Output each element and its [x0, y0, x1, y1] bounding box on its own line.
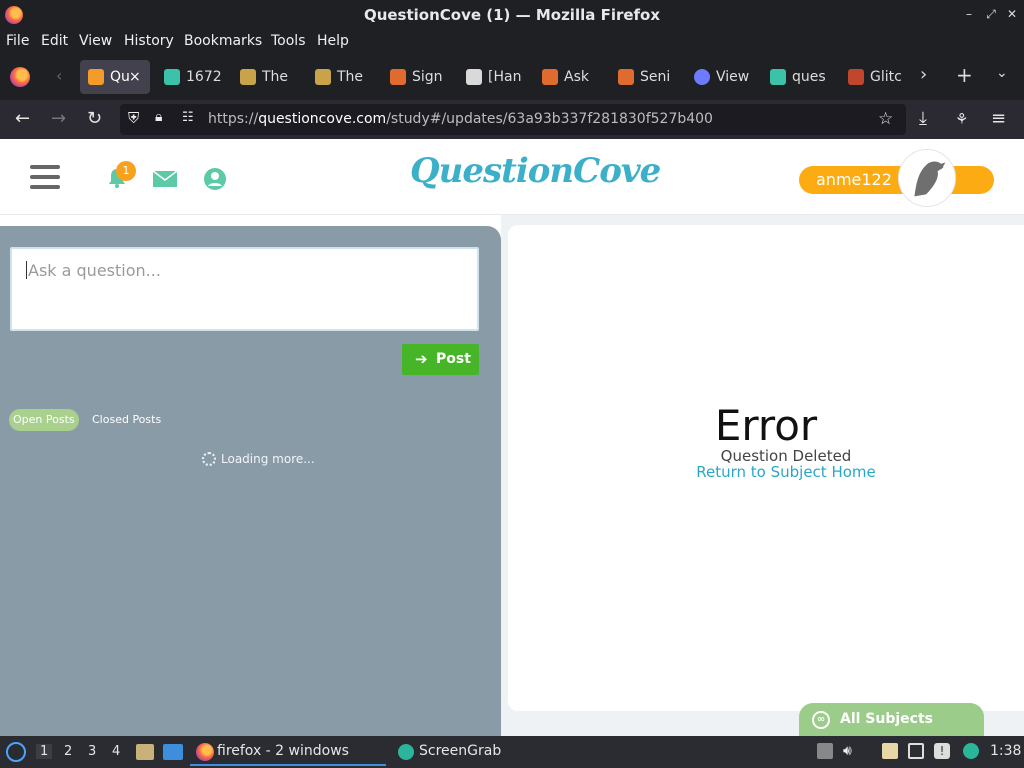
hamburger-menu-icon[interactable] [30, 165, 60, 189]
lock-icon[interactable]: 🔒︎ [155, 109, 162, 125]
error-title: Error [714, 401, 818, 450]
active-window-indicator [190, 764, 386, 766]
menu-history[interactable]: History [124, 33, 174, 49]
question-view-pane: Error Question Deleted Return to Subject… [508, 225, 1024, 711]
at-favicon-icon [694, 69, 710, 85]
menu-tools[interactable]: Tools [271, 33, 306, 49]
loading-indicator: Loading more... [202, 452, 315, 466]
reload-icon[interactable]: ↻ [87, 109, 102, 129]
user-menu[interactable]: anme122 [799, 166, 994, 194]
all-subjects-button[interactable]: ∞ All Subjects [799, 703, 984, 736]
clipboard-icon[interactable] [882, 743, 898, 759]
address-bar[interactable]: ⛨ 🔒︎ ☷ https://questioncove.com/study#/u… [120, 104, 906, 135]
spinner-icon [202, 452, 216, 466]
network-icon[interactable] [908, 743, 924, 759]
firefox-taskbar-icon [196, 743, 214, 761]
glitch-favicon-icon [848, 69, 864, 85]
workspace-3[interactable]: 3 [88, 744, 96, 759]
tab-1672[interactable]: 1672 [156, 60, 222, 94]
back-icon[interactable]: ← [15, 109, 30, 129]
tab-glitc[interactable]: Glitc [840, 60, 906, 94]
tab-ask[interactable]: Ask [534, 60, 596, 94]
question-feed-pane: Ask a question... ➔ Post Open Posts Clos… [0, 226, 501, 736]
site-header: 1 QuestionCove anme122 [0, 139, 1024, 215]
workspace-1[interactable]: 1 [36, 744, 53, 759]
questioncove-favicon-icon [770, 69, 786, 85]
screengrab-tray-icon[interactable] [963, 743, 979, 759]
window-titlebar: QuestionCove (1) — Mozilla Firefox – ⤢ ✕ [0, 0, 1024, 30]
questioncove-favicon-icon [164, 69, 180, 85]
film-favicon-icon [240, 69, 256, 85]
new-tab-icon[interactable]: + [956, 63, 973, 87]
battery-tray-icon[interactable] [817, 743, 833, 759]
infinity-icon: ∞ [812, 711, 830, 729]
workspace-2[interactable]: 2 [64, 744, 72, 759]
stackoverflow-favicon-icon [618, 69, 634, 85]
stackoverflow-favicon-icon [390, 69, 406, 85]
stackoverflow-favicon-icon [542, 69, 558, 85]
tab-the-1[interactable]: The [232, 60, 294, 94]
screengrab-icon [398, 744, 414, 760]
window-title: QuestionCove (1) — Mozilla Firefox [363, 6, 661, 24]
site-logo[interactable]: QuestionCove [410, 151, 661, 191]
tab-open-posts[interactable]: Open Posts [9, 409, 79, 431]
arrow-right-icon: ➔ [415, 350, 428, 368]
tab-ques[interactable]: ques [762, 60, 826, 94]
app-menu-icon[interactable]: ≡ [991, 109, 1006, 129]
show-desktop-icon[interactable] [163, 744, 183, 760]
tab-han[interactable]: [Han [458, 60, 522, 94]
film-favicon-icon [315, 69, 331, 85]
tab-close-icon[interactable]: × [129, 60, 141, 94]
permissions-icon[interactable]: ☷ [182, 110, 194, 125]
menu-bar: File Edit View History Bookmarks Tools H… [0, 30, 1024, 54]
extension-icon[interactable]: ⚘ [955, 109, 968, 129]
firefox-view-icon[interactable] [10, 67, 30, 87]
menu-edit[interactable]: Edit [41, 33, 68, 49]
menu-view[interactable]: View [79, 33, 112, 49]
post-button[interactable]: ➔ Post [402, 344, 479, 375]
start-menu-icon[interactable] [6, 742, 26, 762]
url-text[interactable]: https://questioncove.com/study#/updates/… [208, 111, 713, 127]
taskbar: 1 2 3 4 firefox - 2 windows ScreenGrab 🔊… [0, 736, 1024, 768]
shield-icon[interactable]: ⛨ [128, 109, 139, 127]
username: anme122 [816, 170, 892, 189]
profile-icon[interactable] [203, 167, 227, 191]
tab-scroll-right-icon[interactable]: › [920, 64, 927, 85]
menu-bookmarks[interactable]: Bookmarks [184, 33, 262, 49]
tab-strip: ‹ Qu × 1672 The The Sign [Han Ask Seni V… [0, 54, 1024, 100]
list-all-tabs-icon[interactable]: ⌄ [996, 65, 1008, 81]
bookmark-star-icon[interactable]: ☆ [878, 109, 893, 129]
close-window-icon[interactable]: ✕ [1005, 6, 1019, 22]
menu-file[interactable]: File [6, 33, 29, 49]
ask-question-input[interactable]: Ask a question... [10, 247, 479, 331]
tab-closed-posts[interactable]: Closed Posts [88, 409, 165, 431]
notification-badge: 1 [116, 161, 136, 181]
file-manager-icon[interactable] [136, 744, 154, 760]
clock: 1:38 [990, 743, 1022, 759]
volume-icon[interactable]: 🔊︎ [843, 743, 859, 759]
tab-scroll-left-icon[interactable]: ‹ [56, 66, 62, 85]
avatar[interactable] [898, 149, 956, 207]
workspace-4[interactable]: 4 [112, 744, 120, 759]
minimize-icon[interactable]: – [962, 6, 976, 22]
notification-tray-icon[interactable]: ! [934, 743, 950, 759]
tab-the-2[interactable]: The [307, 60, 369, 94]
dolphin-avatar-icon [914, 161, 946, 197]
tab-view[interactable]: View [686, 60, 752, 94]
taskbar-firefox[interactable]: firefox - 2 windows [217, 743, 349, 759]
menu-help[interactable]: Help [317, 33, 349, 49]
tab-seni[interactable]: Seni [610, 60, 674, 94]
navigation-bar: ← → ↻ ⛨ 🔒︎ ☷ https://questioncove.com/st… [0, 100, 1024, 139]
taskbar-screengrab[interactable]: ScreenGrab [419, 743, 501, 759]
forward-icon[interactable]: → [51, 109, 66, 129]
tab-questioncove[interactable]: Qu × [80, 60, 150, 94]
q-favicon-icon [466, 69, 482, 85]
downloads-icon[interactable]: ⤓ [919, 109, 927, 129]
maximize-icon[interactable]: ⤢ [984, 6, 998, 22]
tab-sign[interactable]: Sign [382, 60, 446, 94]
mail-icon[interactable] [152, 170, 178, 188]
questioncove-favicon-icon [88, 69, 104, 85]
return-home-link[interactable]: Return to Subject Home [508, 463, 1024, 481]
